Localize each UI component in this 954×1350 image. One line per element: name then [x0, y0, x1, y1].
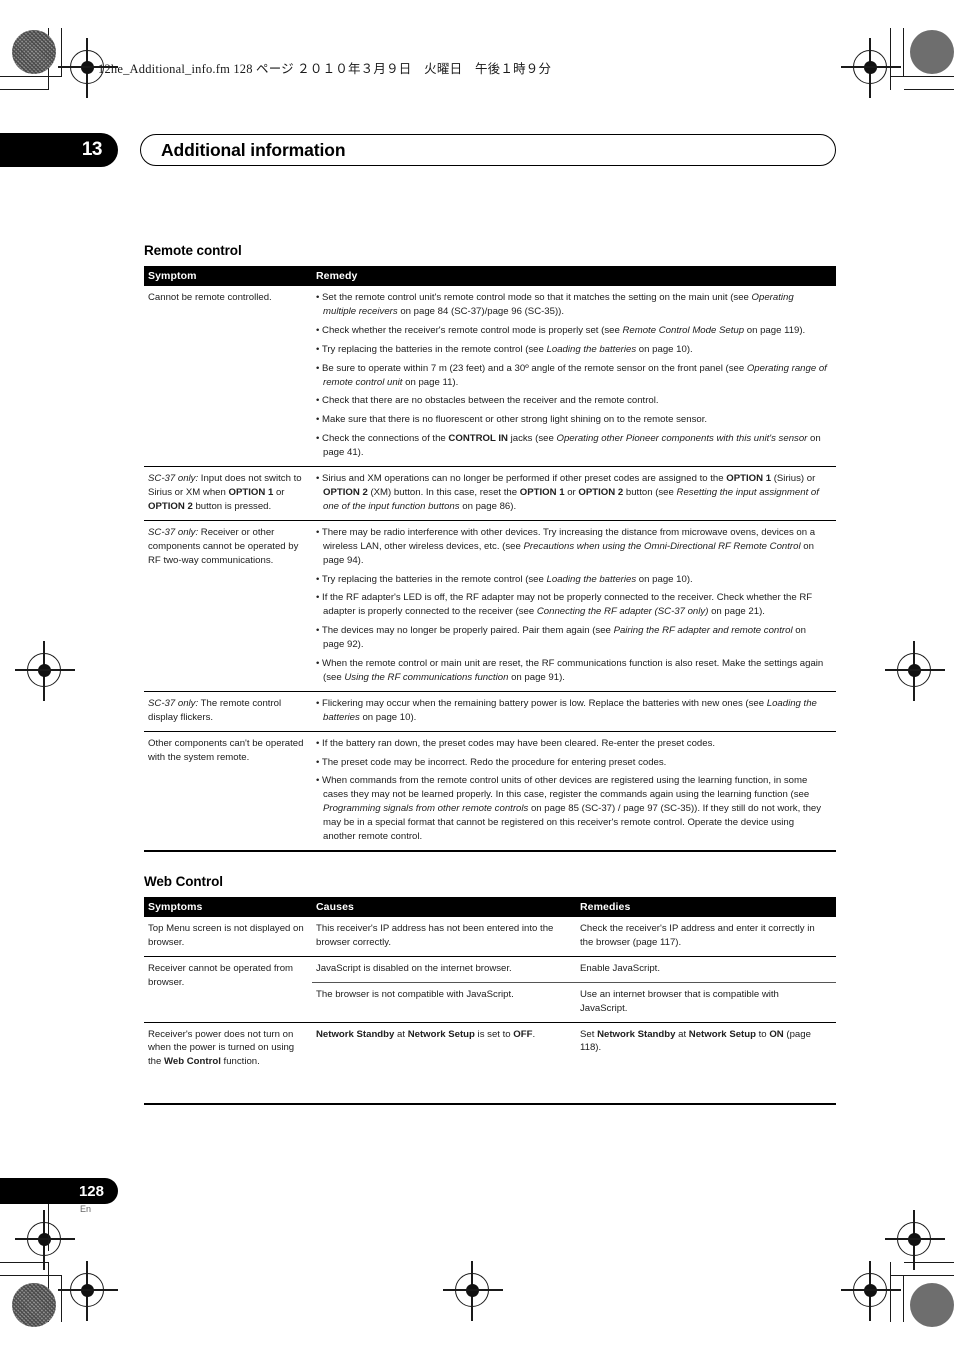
cell-remedy: Check the receiver's IP address and ente… [576, 917, 836, 957]
cell-cause: This receiver's IP address has not been … [312, 917, 576, 957]
chapter-number: 13 [81, 139, 103, 160]
halftone-patch-bottom-left [12, 1283, 56, 1327]
cell-symptom: SC-37 only: The remote control display f… [144, 691, 312, 732]
cell-remedy: • If the battery ran down, the preset co… [312, 731, 836, 852]
chapter-number-badge: 13 [0, 133, 118, 167]
cell-remedy: • Set the remote control unit's remote c… [312, 286, 836, 468]
registration-mark-left-middle [15, 641, 75, 701]
cell-symptom: SC-37 only: Input does not switch to Sir… [144, 466, 312, 521]
chapter-title-text: Additional information [161, 139, 346, 160]
crop-line-top-right-v [890, 28, 892, 90]
table-row: SC-37 only: Receiver or other components… [144, 520, 836, 692]
cell-remedy: • There may be radio interference with o… [312, 520, 836, 692]
cell-remedy: Set Network Standby at Network Setup to … [576, 1022, 836, 1106]
registration-mark-bottom-right [841, 1261, 901, 1321]
crop-line-bottom-right-v [890, 1262, 892, 1322]
cell-cause: JavaScript is disabled on the internet b… [312, 956, 576, 983]
language-code: En [80, 1204, 92, 1214]
cell-symptom: Cannot be remote controlled. [144, 286, 312, 468]
crop-line-bottom-left-h [0, 1275, 62, 1277]
cell-symptom: Receiver cannot be operated from browser… [144, 956, 312, 1023]
registration-mark-right-lower [885, 1210, 945, 1270]
registration-mark-right-middle [885, 641, 945, 701]
registration-mark-bottom-left [58, 1261, 118, 1321]
web-control-table-body: Top Menu screen is not displayed on brow… [144, 917, 836, 1106]
cell-symptom: Top Menu screen is not displayed on brow… [144, 917, 312, 957]
cell-cause: Network Standby at Network Setup is set … [312, 1022, 576, 1106]
table-header-row: Symptom Remedy [144, 266, 836, 286]
cell-symptom: Other components can't be operated with … [144, 731, 312, 852]
crop-line-bottom-left-v2 [61, 1276, 63, 1322]
table-row: Top Menu screen is not displayed on brow… [144, 917, 836, 957]
crop-line-bottom-right-h2 [904, 1262, 954, 1264]
cell-symptom: SC-37 only: Receiver or other components… [144, 520, 312, 692]
content-area: Remote control Symptom Remedy Cannot be … [144, 243, 836, 1106]
column-header-symptom: Symptom [144, 266, 312, 286]
cell-cause: The browser is not compatible with JavaS… [312, 982, 576, 1023]
web-control-table: Symptoms Causes Remedies Top Menu screen… [144, 897, 836, 1106]
crop-line-top-right-h2 [904, 89, 954, 91]
halftone-patch-top-right [910, 30, 954, 74]
table-row: Other components can't be operated with … [144, 731, 836, 852]
column-header-remedies: Remedies [576, 897, 836, 917]
crop-line-bottom-right-h [890, 1275, 954, 1277]
file-info-header: 12he_Additional_info.fm 128 ページ ２０１０年３月９… [98, 62, 552, 76]
table-row: Receiver cannot be operated from browser… [144, 956, 836, 1023]
table-row: SC-37 only: Input does not switch to Sir… [144, 466, 836, 521]
column-header-symptoms: Symptoms [144, 897, 312, 917]
crop-line-top-left-h [0, 76, 62, 78]
cell-remedy: • Sirius and XM operations can no longer… [312, 466, 836, 521]
halftone-patch-top-left [12, 30, 56, 74]
cell-remedy: • Flickering may occur when the remainin… [312, 691, 836, 732]
crop-line-top-right-v2 [903, 28, 905, 76]
page-number-badge: 128 [0, 1178, 118, 1204]
remote-control-table-body: Cannot be remote controlled. • Set the r… [144, 286, 836, 852]
cell-remedy: Use an internet browser that is compatib… [576, 982, 836, 1023]
remote-control-table: Symptom Remedy Cannot be remote controll… [144, 266, 836, 852]
section-heading-remote-control: Remote control [144, 243, 242, 258]
table-row: Cannot be remote controlled. • Set the r… [144, 286, 836, 468]
halftone-patch-bottom-right [910, 1283, 954, 1327]
crop-line-bottom-left-h2 [0, 1262, 49, 1264]
crop-line-top-right-h [890, 76, 954, 78]
registration-mark-left-lower [15, 1210, 75, 1270]
cell-remedy: Enable JavaScript. [576, 956, 836, 983]
cell-symptom: Receiver's power does not turn on when t… [144, 1022, 312, 1106]
column-header-remedy: Remedy [312, 266, 836, 286]
registration-mark-bottom-center [443, 1261, 503, 1321]
table-row: SC-37 only: The remote control display f… [144, 691, 836, 732]
crop-line-bottom-right-v2 [903, 1276, 905, 1322]
crop-line-top-left-v2 [61, 28, 63, 76]
crop-line-top-left-h2 [0, 89, 49, 91]
section-heading-web-control: Web Control [144, 874, 223, 889]
page-title: Additional information [140, 134, 836, 166]
table-header-row: Symptoms Causes Remedies [144, 897, 836, 917]
registration-mark-top-right [841, 38, 901, 98]
column-header-causes: Causes [312, 897, 576, 917]
page-number: 128 [78, 1182, 104, 1200]
table-row: Receiver's power does not turn on when t… [144, 1022, 836, 1106]
